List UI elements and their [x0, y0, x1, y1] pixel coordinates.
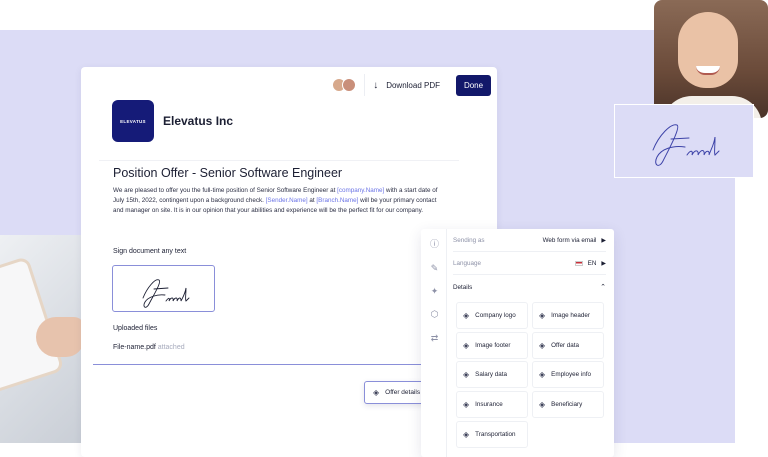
layers-icon: ◈ [539, 400, 546, 410]
sender-name-variable[interactable]: [Sender.Name] [266, 197, 308, 204]
signature-drawing [142, 279, 190, 308]
selection-line [93, 364, 423, 365]
sign-section-label: Sign document any text [113, 248, 187, 255]
settings-panel: ⓘ ✎ ✦ ⬡ ⇄ Sending as Web form via email … [421, 229, 614, 457]
floating-signature-card [614, 104, 754, 178]
tile-transportation[interactable]: ◈ Transportation [456, 420, 528, 448]
download-pdf-label: Download PDF [386, 80, 440, 90]
sending-as-value: Web form via email ▶ [543, 237, 606, 244]
language-value: EN ▶ [574, 260, 606, 267]
tile-label: Offer data [551, 341, 580, 349]
tool-rail: ⓘ ✎ ✦ ⬡ ⇄ [421, 229, 447, 457]
file-name[interactable]: File-name.pdf [113, 344, 156, 351]
tile-label: Transportation [475, 430, 516, 438]
floating-signature-drawing [652, 124, 720, 166]
branch-name-variable[interactable]: [Branch.Name] [316, 197, 358, 204]
company-logo: ELEVATUS [112, 100, 154, 142]
tile-company-logo[interactable]: ◈ Company logo [456, 302, 528, 329]
done-button[interactable]: Done [456, 74, 491, 96]
flag-icon [574, 261, 583, 266]
info-icon[interactable]: ⓘ [429, 239, 440, 250]
tile-label: Beneficiary [551, 401, 583, 409]
chevron-right-icon: ▶ [601, 238, 606, 244]
offer-body-text: We are pleased to offer you the full-tim… [113, 187, 338, 194]
tile-image-footer[interactable]: ◈ Image footer [456, 331, 528, 359]
language-label: Language [453, 260, 482, 267]
sparkle-icon[interactable]: ✦ [429, 286, 440, 297]
offer-body: We are pleased to offer you the full-tim… [113, 186, 439, 216]
layers-icon: ◈ [463, 429, 470, 439]
pen-icon[interactable]: ✎ [429, 263, 440, 274]
tablet-hand-photo [0, 235, 82, 443]
hand-shape [36, 317, 82, 357]
hexagon-icon[interactable]: ⬡ [429, 309, 440, 320]
signature-field[interactable] [112, 265, 215, 312]
document-toolbar: ↓ Download PDF Done [332, 74, 491, 96]
tile-image-header[interactable]: ◈ Image header [532, 302, 604, 329]
tile-label: Insurance [475, 401, 503, 409]
company-name: Elevatus Inc [163, 114, 234, 128]
chevron-right-icon: ▶ [601, 261, 606, 267]
language-row[interactable]: Language EN ▶ [453, 253, 606, 275]
sending-as-row[interactable]: Sending as Web form via email ▶ [453, 230, 606, 252]
tile-label: Company logo [475, 312, 516, 319]
chevron-up-icon: ⌃ [600, 284, 606, 291]
layers-icon: ◈ [539, 340, 546, 350]
file-status: attached [157, 344, 185, 351]
face-shape [678, 12, 738, 88]
shuffle-icon[interactable]: ⇄ [429, 333, 440, 344]
tile-label: Image footer [475, 341, 511, 349]
tile-label: Salary data [475, 371, 508, 379]
download-pdf-button[interactable]: ↓ Download PDF [364, 74, 448, 96]
collaborator-avatars[interactable] [332, 78, 357, 92]
tile-beneficiary[interactable]: ◈ Beneficiary [532, 391, 604, 419]
stage: ↓ Download PDF Done ELEVATUS Elevatus In… [0, 0, 768, 457]
offer-title: Position Offer - Senior Software Enginee… [113, 166, 343, 180]
tile-insurance[interactable]: ◈ Insurance [456, 391, 528, 419]
details-grid: ◈ Company logo ◈ Image header ◈ Image foote… [456, 302, 606, 448]
layers-icon: ◈ [539, 311, 546, 320]
avatar[interactable] [342, 78, 357, 92]
tile-label: Image header [551, 312, 591, 319]
company-name-variable[interactable]: [company.Name] [337, 187, 384, 194]
language-text: EN [587, 260, 597, 267]
tile-salary-data[interactable]: ◈ Salary data [456, 361, 528, 389]
details-header[interactable]: Details ⌃ [453, 279, 606, 295]
layers-icon: ◈ [539, 370, 546, 380]
tile-employee-info[interactable]: ◈ Employee info [532, 361, 604, 389]
file-row[interactable]: File-name.pdf attached [113, 344, 185, 351]
download-icon: ↓ [373, 79, 379, 91]
layers-icon: ◈ [463, 340, 470, 350]
layers-icon: ◈ [463, 311, 470, 320]
details-label: Details [453, 283, 473, 291]
tile-offer-data[interactable]: ◈ Offer data [532, 331, 604, 359]
sending-as-text: Web form via email [542, 237, 597, 244]
layers-icon: ◈ [463, 370, 470, 380]
divider [99, 160, 459, 161]
offer-details-label: Offer details [385, 389, 421, 396]
layers-icon: ◈ [463, 400, 470, 410]
portrait-photo [654, 0, 768, 118]
uploaded-files-label: Uploaded files [113, 325, 158, 332]
sending-as-label: Sending as [453, 237, 485, 244]
company-header: ELEVATUS Elevatus Inc [112, 100, 233, 142]
layers-icon: ◈ [373, 388, 380, 397]
tile-label: Employee info [551, 371, 592, 379]
